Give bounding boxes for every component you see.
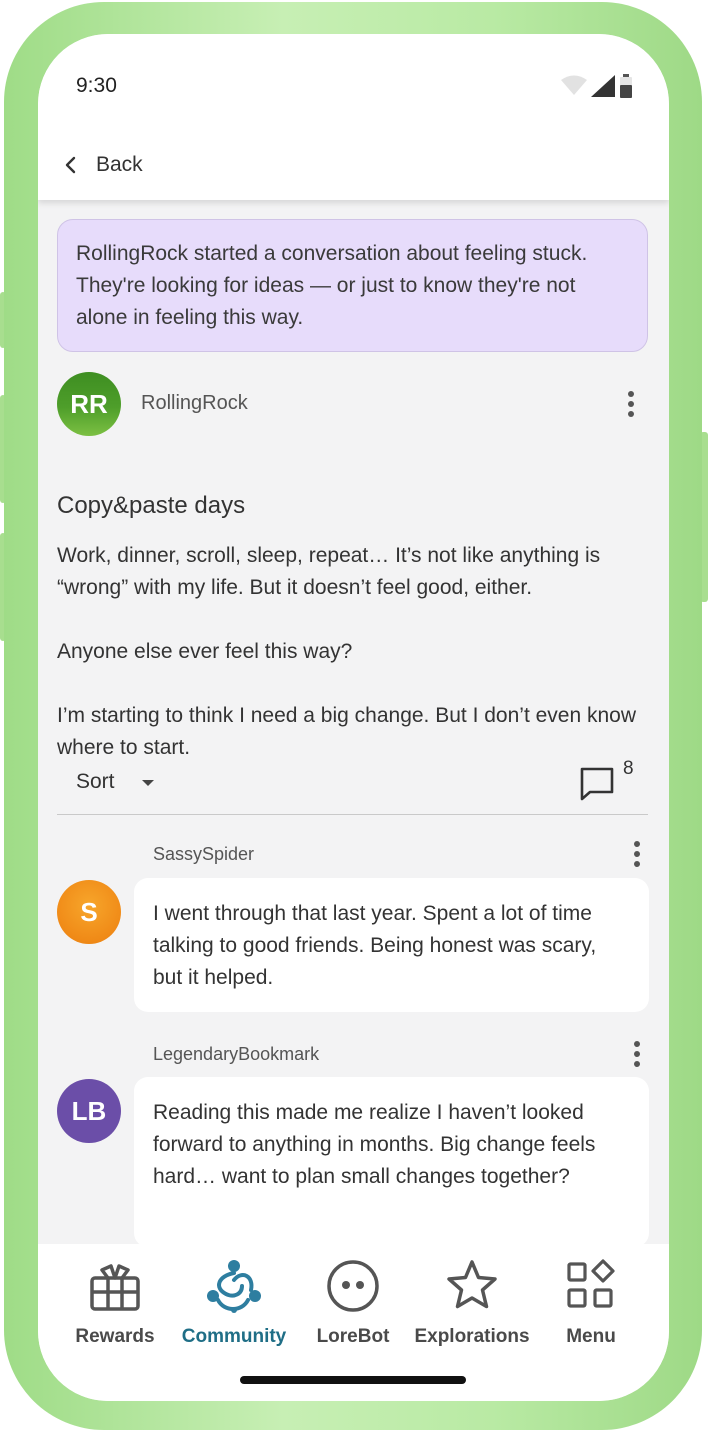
- post-paragraph: I’m starting to think I need a big chang…: [57, 704, 637, 759]
- wifi-icon: [561, 75, 587, 95]
- more-options-icon[interactable]: [625, 839, 649, 869]
- comment-author[interactable]: LegendaryBookmark: [153, 1044, 319, 1065]
- home-indicator[interactable]: [240, 1376, 466, 1384]
- sort-button[interactable]: Sort: [76, 770, 115, 794]
- comment-bubble: Reading this made me realize I haven’t l…: [134, 1077, 649, 1244]
- post-header: RR RollingRock: [57, 372, 649, 436]
- post-paragraph: Anyone else ever feel this way?: [57, 640, 353, 663]
- back-label: Back: [96, 153, 143, 176]
- status-icons: [561, 74, 633, 98]
- comment: SassySpider S I went through that last y…: [57, 830, 649, 1020]
- more-options-icon[interactable]: [619, 389, 643, 419]
- nav-label: LoreBot: [316, 1326, 390, 1347]
- community-icon: [207, 1260, 261, 1313]
- nav-item-explorations[interactable]: Explorations: [412, 1258, 532, 1348]
- nav-label: Rewards: [75, 1326, 155, 1347]
- battery-icon: [620, 74, 632, 98]
- grid-menu-icon: [567, 1259, 615, 1308]
- nav-label: Menu: [566, 1326, 616, 1347]
- back-button[interactable]: Back: [64, 150, 143, 180]
- nav-label: Explorations: [414, 1326, 530, 1347]
- top-bar: 9:30 Back: [38, 34, 669, 200]
- screen: 9:30 Back RollingRock started a conversa…: [38, 34, 669, 1401]
- avatar[interactable]: LB: [57, 1079, 121, 1143]
- lorebot-icon: [327, 1260, 379, 1312]
- star-icon: [447, 1260, 497, 1309]
- bottom-nav: Rewards Community LoreBot Explorations M…: [38, 1244, 669, 1401]
- caret-down-icon[interactable]: [141, 778, 155, 788]
- comment-author[interactable]: SassySpider: [153, 844, 254, 865]
- post-author[interactable]: RollingRock: [141, 392, 248, 415]
- more-options-icon[interactable]: [625, 1039, 649, 1069]
- conversation-summary: RollingRock started a conversation about…: [57, 219, 648, 352]
- nav-item-menu[interactable]: Menu: [531, 1258, 651, 1348]
- avatar[interactable]: S: [57, 880, 121, 944]
- comment-icon[interactable]: [579, 766, 615, 802]
- sort-bar: Sort 8: [57, 758, 648, 815]
- gift-icon: [90, 1264, 140, 1311]
- phone-frame: 9:30 Back RollingRock started a conversa…: [4, 2, 702, 1430]
- nav-item-rewards[interactable]: Rewards: [55, 1258, 175, 1348]
- nav-item-community[interactable]: Community: [174, 1258, 294, 1348]
- post-paragraph: Work, dinner, scroll, sleep, repeat… It’…: [57, 544, 601, 599]
- device: 9:30 Back RollingRock started a conversa…: [0, 0, 709, 1433]
- comment: LegendaryBookmark LB Reading this made m…: [57, 1030, 649, 1244]
- nav-item-lorebot[interactable]: LoreBot: [293, 1258, 413, 1348]
- post-body: Work, dinner, scroll, sleep, repeat… It’…: [57, 540, 657, 764]
- conversation-content[interactable]: RollingRock started a conversation about…: [38, 200, 669, 1244]
- avatar[interactable]: RR: [57, 372, 121, 436]
- chevron-left-icon: [65, 156, 76, 174]
- post-title: Copy&paste days: [57, 492, 246, 519]
- nav-label: Community: [181, 1326, 287, 1347]
- comment-bubble: I went through that last year. Spent a l…: [134, 878, 649, 1012]
- comment-count: 8: [623, 758, 634, 779]
- status-time: 9:30: [76, 74, 117, 97]
- signal-icon: [591, 75, 615, 97]
